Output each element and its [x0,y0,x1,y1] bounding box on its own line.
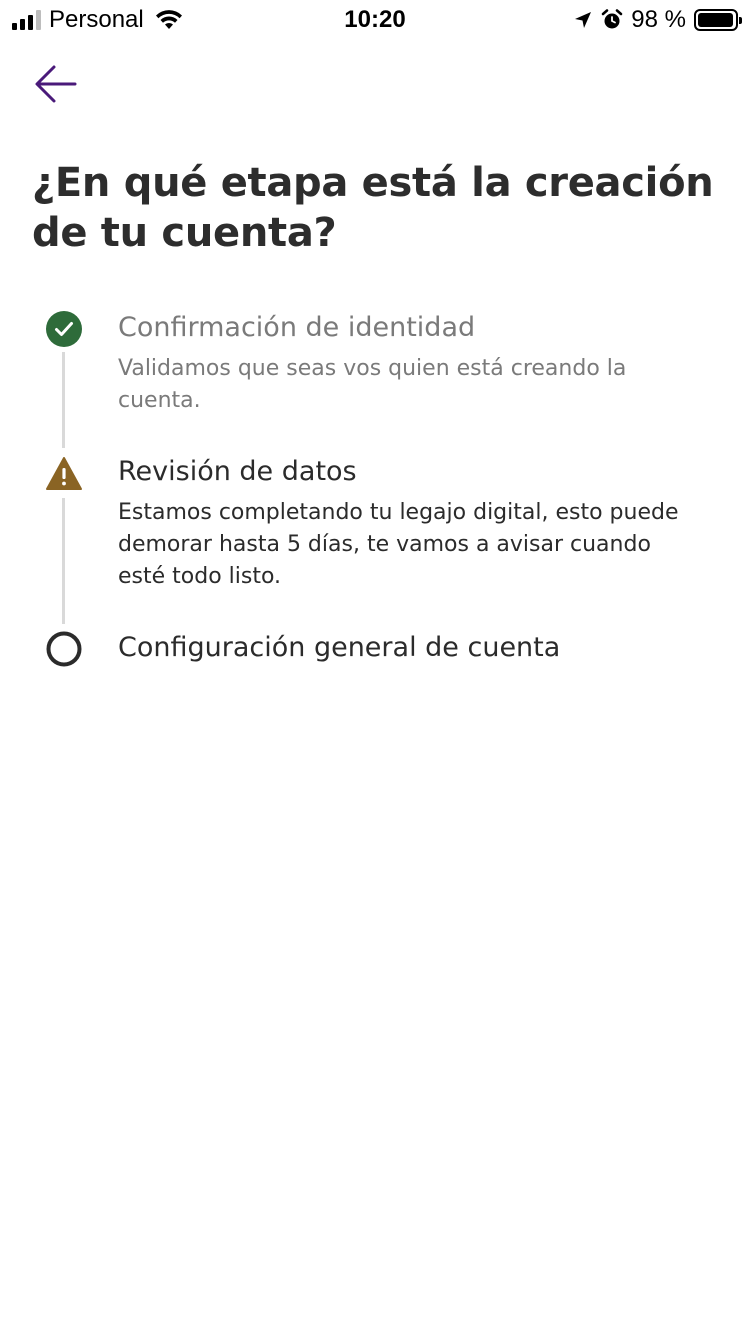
step-connector [62,352,65,448]
empty-circle-icon [46,631,82,667]
step-description: Estamos completando tu legajo digital, e… [118,500,679,589]
battery-icon [694,9,742,31]
step-title: Configuración general de cuenta [118,632,561,663]
step-title: Revisión de datos [118,456,357,487]
step-title: Confirmación de identidad [118,312,476,343]
back-button[interactable] [30,58,82,110]
warning-triangle-icon [46,457,82,490]
screen: Personal 10:20 98 % ¿En qué etapa está l… [0,0,750,1334]
step-description: Validamos que seas vos quien está creand… [118,356,627,413]
status-right: 98 % [573,6,742,34]
battery-percent: 98 % [631,6,686,33]
arrow-left-icon [35,65,77,103]
alarm-clock-icon [602,9,623,29]
check-circle-icon [46,311,82,347]
page-title: ¿En qué etapa está la creación de tu cue… [32,160,714,256]
step-connector [62,498,65,624]
battery-level [698,13,734,27]
status-bar: Personal 10:20 98 % [0,0,750,40]
location-arrow-icon [575,12,592,28]
